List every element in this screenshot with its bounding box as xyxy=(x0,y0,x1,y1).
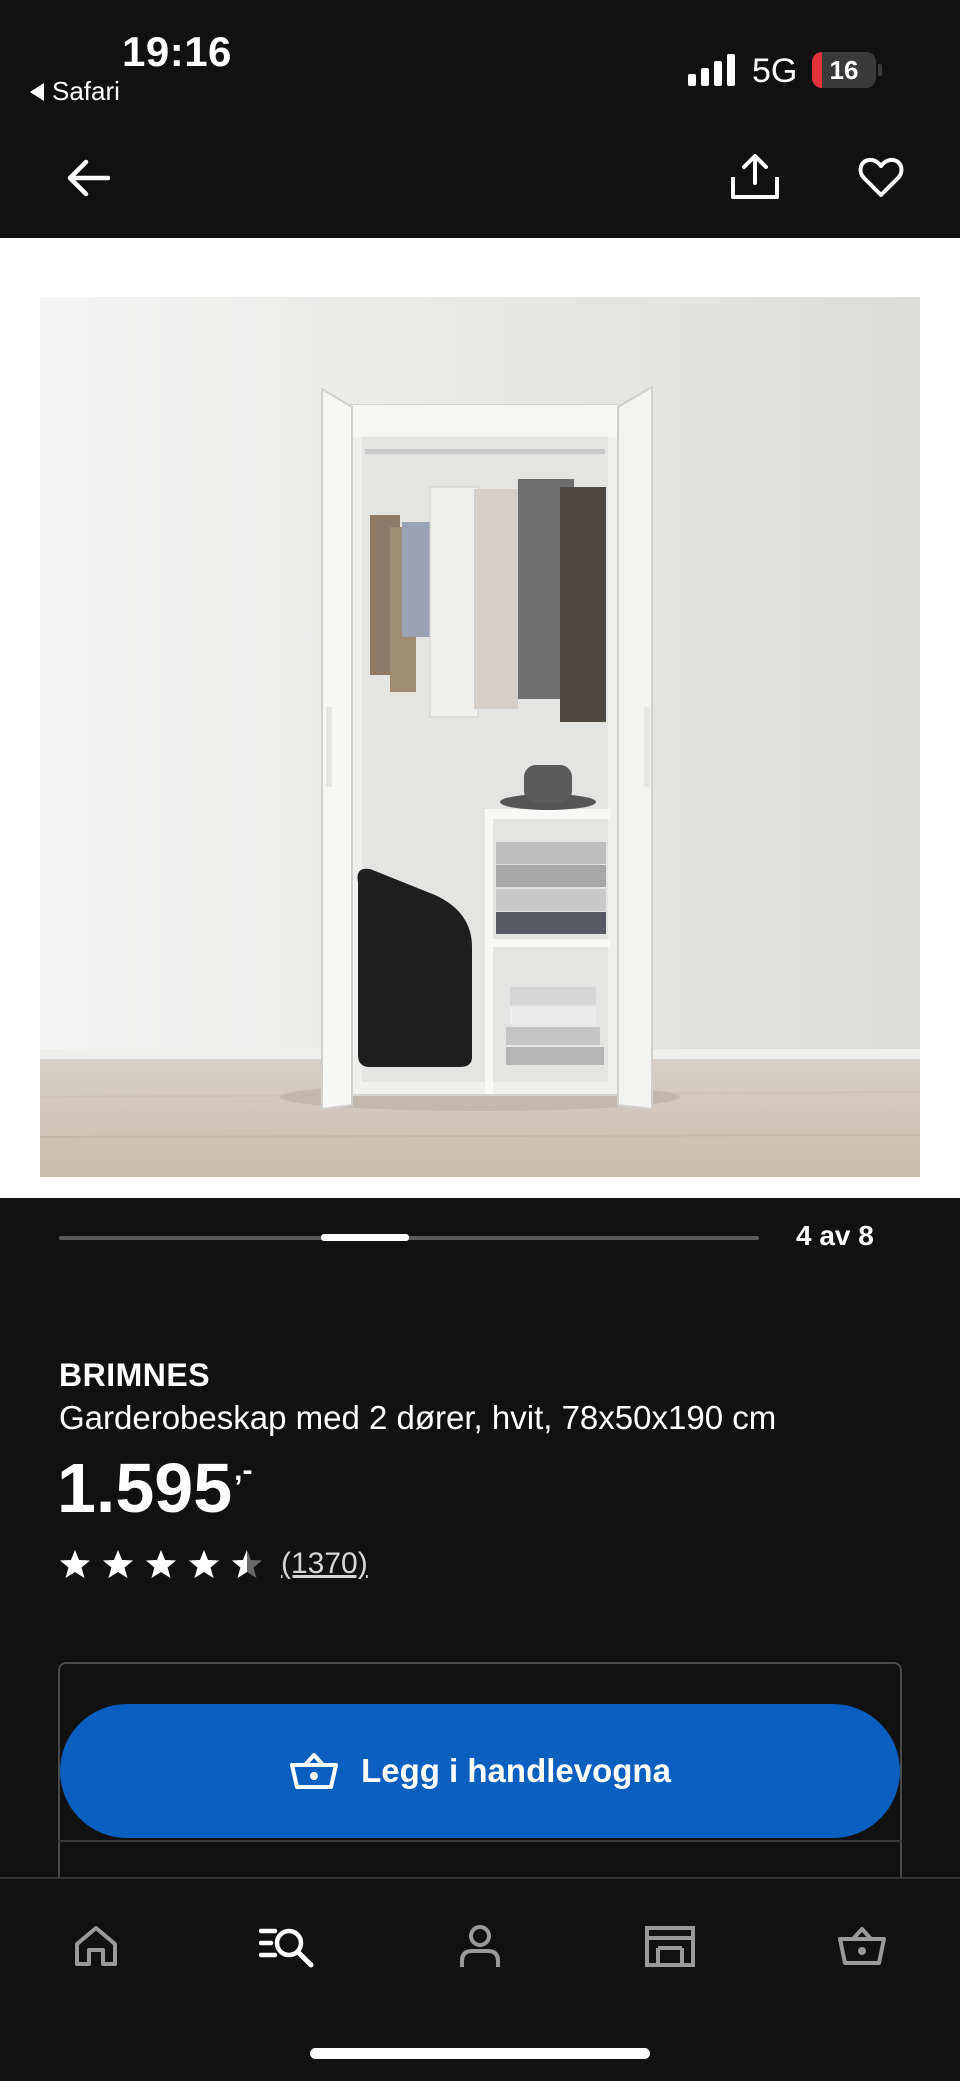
back-to-safari[interactable]: Safari xyxy=(30,76,120,107)
arrow-left-icon xyxy=(67,159,110,197)
back-app-label: Safari xyxy=(52,76,120,106)
review-count-link[interactable]: (1370) xyxy=(281,1547,368,1581)
basket-icon xyxy=(290,1753,339,1789)
product-photo[interactable] xyxy=(40,297,920,1177)
basket-icon xyxy=(838,1927,886,1965)
star-full-icon xyxy=(103,1550,133,1578)
star-full-icon xyxy=(146,1550,176,1578)
profile-icon xyxy=(460,1925,500,1967)
home-indicator[interactable] xyxy=(310,2048,650,2059)
star-half-icon xyxy=(232,1550,262,1578)
product-brand: BRIMNES xyxy=(59,1357,211,1393)
back-triangle-icon xyxy=(30,82,44,101)
wardrobe-illustration xyxy=(40,297,920,1177)
card-divider xyxy=(58,1840,902,1842)
tab-search[interactable] xyxy=(247,1911,327,1981)
rating-stars xyxy=(59,1548,263,1580)
star-full-icon xyxy=(189,1550,219,1578)
price-suffix: ,- xyxy=(234,1454,253,1487)
tab-stores[interactable] xyxy=(630,1911,710,1981)
signal-icon xyxy=(688,54,735,86)
product-description: Garderobeskap med 2 dører, hvit, 78x50x1… xyxy=(59,1399,777,1436)
share-button[interactable] xyxy=(720,142,790,212)
add-to-cart-label: Legg i handlevogna xyxy=(361,1752,671,1789)
top-nav xyxy=(0,118,960,238)
back-button[interactable] xyxy=(52,148,124,208)
gallery-indicator: 4 av 8 xyxy=(0,1198,960,1278)
home-icon xyxy=(75,1926,117,1966)
price-value: 1.595 xyxy=(57,1449,233,1527)
gallery-counter: 4 av 8 xyxy=(796,1220,874,1251)
share-icon xyxy=(731,154,779,199)
battery-percent: 16 xyxy=(829,55,859,85)
search-menu-icon xyxy=(259,1928,314,1968)
product-rating[interactable]: (1370) xyxy=(59,1547,368,1581)
status-bar: 19:16 Safari 5G 16 xyxy=(0,0,960,118)
product-gallery[interactable] xyxy=(0,238,960,1198)
battery-cap xyxy=(878,64,882,76)
store-icon xyxy=(645,1926,695,1967)
battery-icon: 16 xyxy=(812,52,876,88)
tab-profile[interactable] xyxy=(440,1911,520,1981)
tab-cart[interactable] xyxy=(822,1911,902,1981)
product-price: 1.595 ,- xyxy=(57,1448,253,1528)
star-full-icon xyxy=(60,1550,90,1578)
gallery-progress-thumb xyxy=(321,1234,410,1241)
status-time: 19:16 xyxy=(122,28,232,75)
add-to-cart-button[interactable]: Legg i handlevogna xyxy=(60,1704,900,1838)
tab-home[interactable] xyxy=(56,1911,136,1981)
heart-icon xyxy=(858,157,904,197)
network-label: 5G xyxy=(752,52,798,90)
favourite-button[interactable] xyxy=(846,146,916,208)
